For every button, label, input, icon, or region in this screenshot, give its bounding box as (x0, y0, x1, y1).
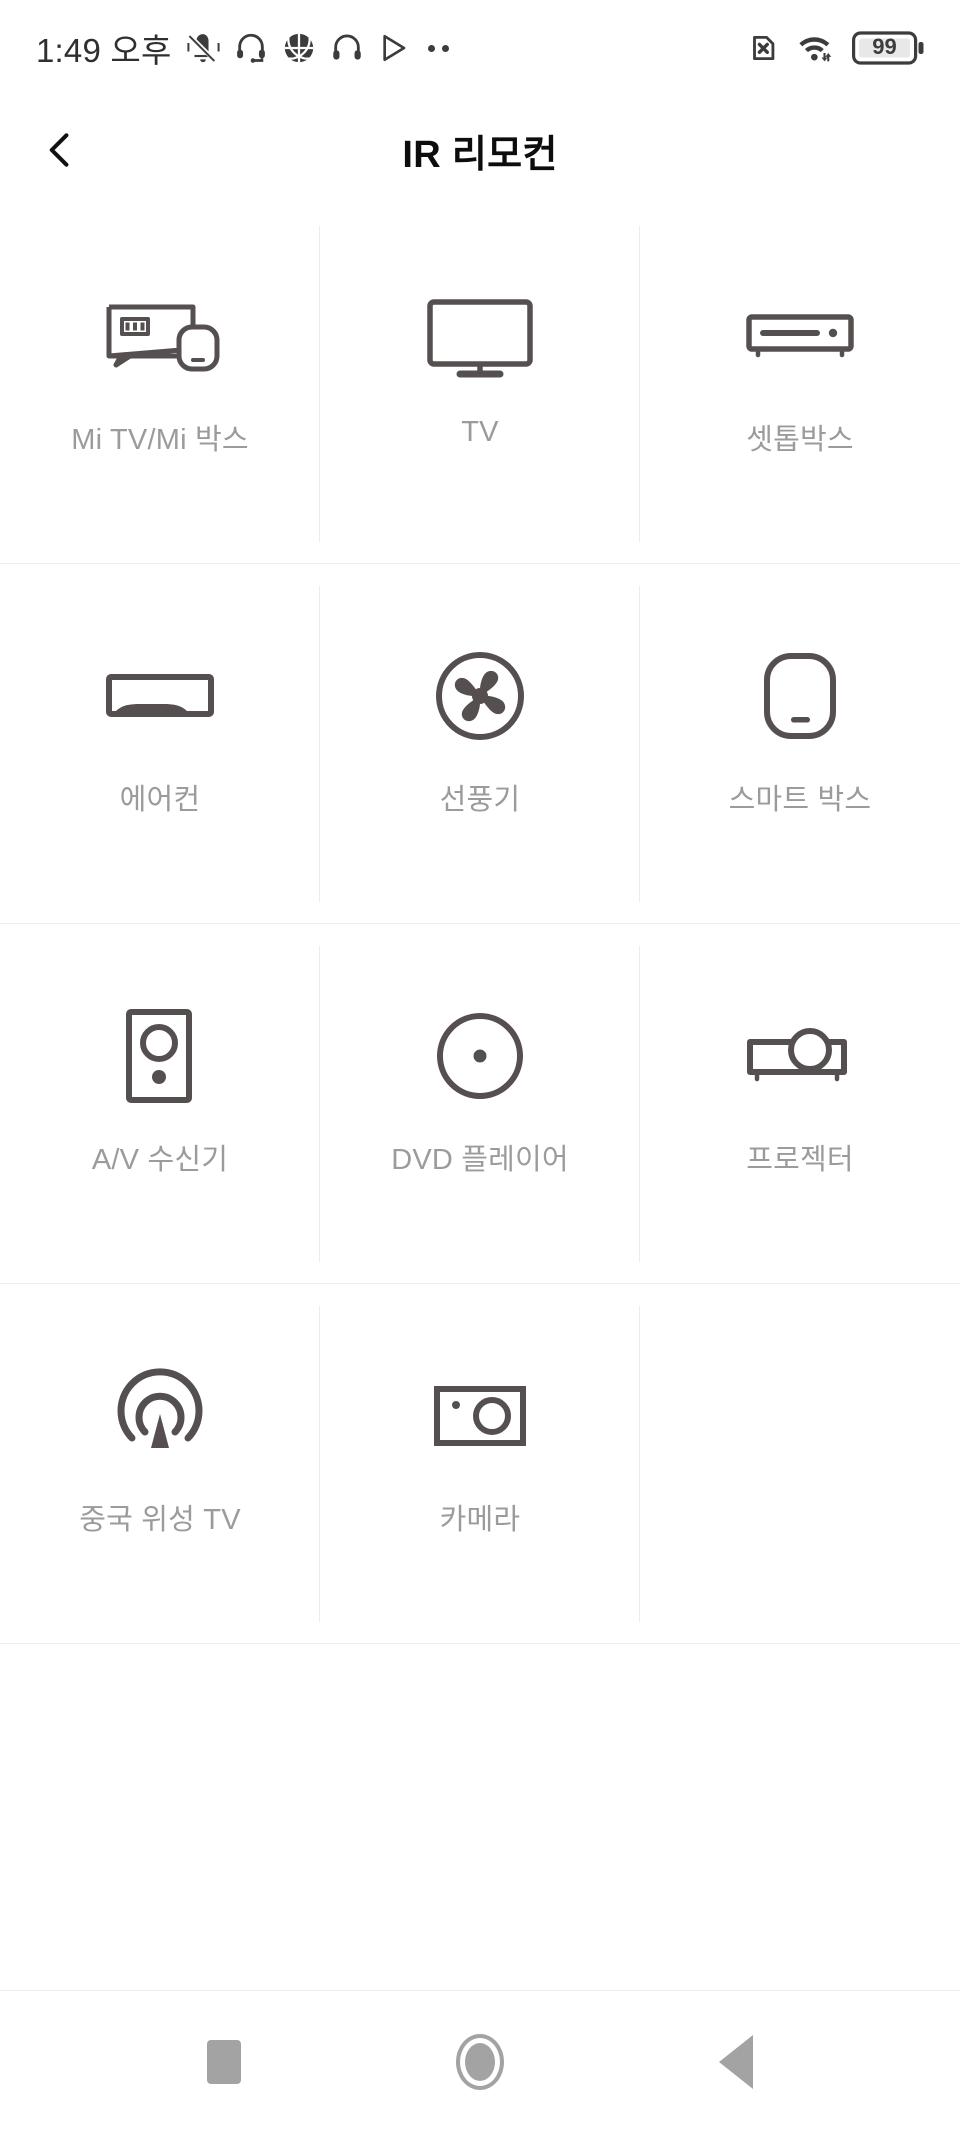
grid-item-label: A/V 수신기 (91, 1144, 229, 1176)
battery-level-text: 99 (872, 34, 896, 59)
camera-icon (400, 1362, 560, 1470)
chevron-left-icon (49, 133, 69, 167)
grid-item-label: 선풍기 (439, 784, 521, 816)
square-icon (207, 2040, 241, 2084)
grid-item-label: 프로젝터 (746, 1144, 854, 1176)
circle-icon (456, 2034, 504, 2090)
dvd-player-icon (400, 1002, 560, 1110)
mi-tv-box-icon (80, 282, 240, 390)
smart-box-icon (720, 642, 880, 750)
content-filler (0, 1817, 960, 1990)
header-back-button[interactable] (12, 102, 108, 198)
grid-item-empty (640, 1284, 960, 1644)
grid-item-set-top-box[interactable]: 셋톱박스 (640, 204, 960, 564)
status-time: 1:49 오후 (36, 32, 172, 69)
grid-item-dvd-player[interactable]: DVD 플레이어 (320, 924, 640, 1284)
wifi-icon (799, 37, 832, 62)
av-receiver-icon (80, 1002, 240, 1110)
battery-icon: 99 (852, 31, 924, 65)
device-grid-wrap: Mi TV/Mi 박스 TV 셋톱박스 에어컨 선풍기 스마트 박스 A/V 수… (0, 204, 960, 1817)
set-top-box-icon (720, 282, 880, 390)
home-button[interactable] (425, 2007, 535, 2117)
triangle-left-icon (719, 2035, 753, 2089)
status-bar-left: 1:49 오후 (36, 24, 746, 72)
title-bar: IR 리모컨 (0, 96, 960, 204)
grid-item-label: 스마트 박스 (728, 784, 872, 816)
grid-item-label: DVD 플레이어 (391, 1144, 569, 1176)
page-title: IR 리모컨 (402, 133, 558, 176)
grid-item-air-conditioner[interactable]: 에어컨 (0, 564, 320, 924)
grid-item-label: Mi TV/Mi 박스 (71, 424, 249, 456)
grid-item-satellite-tv[interactable]: 중국 위성 TV (0, 1284, 320, 1644)
air-conditioner-icon (80, 642, 240, 750)
grid-item-label: 카메라 (439, 1504, 521, 1536)
grid-item-projector[interactable]: 프로젝터 (640, 924, 960, 1284)
grid-item-label: 에어컨 (119, 784, 201, 816)
no-sim-icon (753, 35, 775, 61)
grid-item-label: 중국 위성 TV (79, 1504, 241, 1536)
fan-icon (400, 642, 560, 750)
phone-screen: 1:49 오후 99 IR 리모컨 Mi TV/Mi 박스 TV 셋톱박스 에어… (0, 0, 960, 2133)
more-dots-icon (424, 44, 453, 52)
play-store-icon (382, 34, 405, 62)
grid-item-fan[interactable]: 선풍기 (320, 564, 640, 924)
mute-vibrate-icon (186, 33, 220, 64)
grid-item-label: 셋톱박스 (746, 424, 854, 456)
headset-mic-icon (236, 33, 265, 63)
satellite-tv-icon (80, 1362, 240, 1470)
headphones-icon (332, 34, 361, 60)
grid-item-smart-box[interactable]: 스마트 박스 (640, 564, 960, 924)
status-bar: 1:49 오후 99 (0, 0, 960, 96)
tv-icon (400, 282, 560, 390)
grid-item-tv[interactable]: TV (320, 204, 640, 564)
device-grid: Mi TV/Mi 박스 TV 셋톱박스 에어컨 선풍기 스마트 박스 A/V 수… (0, 204, 960, 1644)
recents-button[interactable] (169, 2007, 279, 2117)
projector-icon (720, 1002, 880, 1110)
grid-item-camera[interactable]: 카메라 (320, 1284, 640, 1644)
grid-item-av-receiver[interactable]: A/V 수신기 (0, 924, 320, 1284)
grid-item-label: TV (461, 416, 499, 448)
basketball-icon (284, 33, 313, 63)
grid-item-mi-tv-box[interactable]: Mi TV/Mi 박스 (0, 204, 320, 564)
back-button[interactable] (681, 2007, 791, 2117)
system-navigation-bar (0, 1990, 960, 2133)
status-bar-right: 99 (746, 29, 926, 67)
